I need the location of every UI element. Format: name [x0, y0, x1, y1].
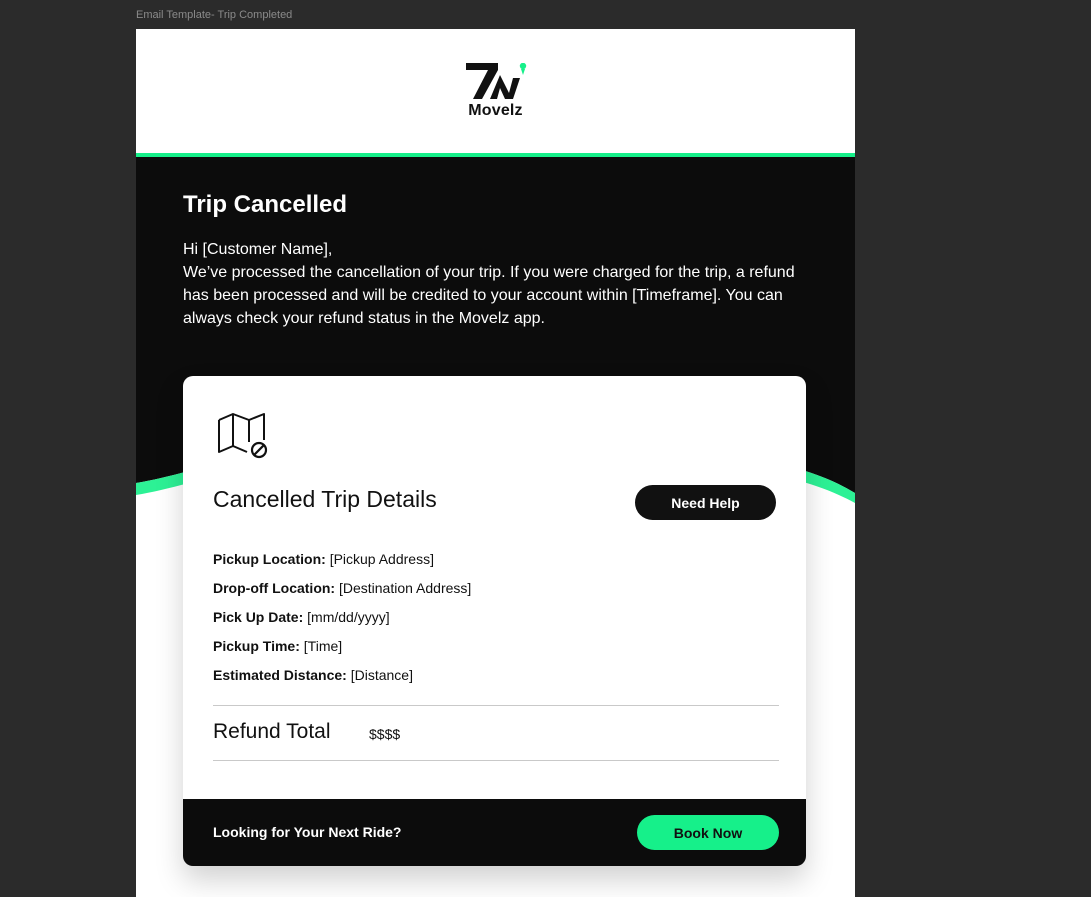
card-footer: Looking for Your Next Ride? Book Now	[183, 799, 806, 866]
next-ride-prompt: Looking for Your Next Ride?	[213, 824, 402, 840]
detail-value: [Distance]	[350, 667, 413, 683]
need-help-button[interactable]: Need Help	[635, 485, 776, 520]
detail-dropoff-location: Drop-off Location: [Destination Address]	[213, 580, 471, 609]
hero-title: Trip Cancelled	[183, 191, 348, 218]
detail-estimated-distance: Estimated Distance: [Distance]	[213, 667, 471, 696]
trip-details-list: Pickup Location: [Pickup Address] Drop-o…	[213, 551, 471, 696]
map-cancelled-icon	[218, 413, 268, 459]
email-template: Movelz Trip Cancelled Hi [Customer Name]…	[136, 29, 855, 897]
detail-label: Pickup Location:	[213, 551, 326, 567]
book-now-button[interactable]: Book Now	[637, 815, 779, 850]
detail-value: [mm/dd/yyyy]	[307, 609, 390, 625]
divider-top	[213, 705, 779, 706]
detail-label: Estimated Distance:	[213, 667, 347, 683]
detail-pickup-time: Pickup Time: [Time]	[213, 638, 471, 667]
detail-value: [Destination Address]	[338, 580, 472, 596]
detail-label: Drop-off Location:	[213, 580, 336, 596]
refund-total-value: $$$$	[369, 726, 401, 742]
card-title: Cancelled Trip Details	[213, 486, 437, 512]
email-header: Movelz	[136, 29, 855, 153]
brand-logo: Movelz	[464, 63, 528, 120]
trip-details-card: Cancelled Trip Details Need Help Pickup …	[183, 376, 806, 866]
cancellation-message: We’ve processed the cancellation of your…	[183, 264, 795, 327]
frame-label: Email Template- Trip Completed	[136, 9, 293, 21]
detail-label: Pick Up Date:	[213, 609, 304, 625]
refund-total-label: Refund Total	[213, 720, 331, 743]
detail-value: [Time]	[303, 638, 343, 654]
detail-label: Pickup Time:	[213, 638, 300, 654]
logo-mark-icon	[465, 63, 526, 99]
greeting-text: Hi [Customer Name],	[183, 241, 333, 258]
detail-pickup-location: Pickup Location: [Pickup Address]	[213, 551, 471, 580]
detail-value: [Pickup Address]	[329, 551, 434, 567]
detail-pickup-date: Pick Up Date: [mm/dd/yyyy]	[213, 609, 471, 638]
brand-name: Movelz	[468, 102, 523, 119]
divider-bottom	[213, 760, 779, 761]
